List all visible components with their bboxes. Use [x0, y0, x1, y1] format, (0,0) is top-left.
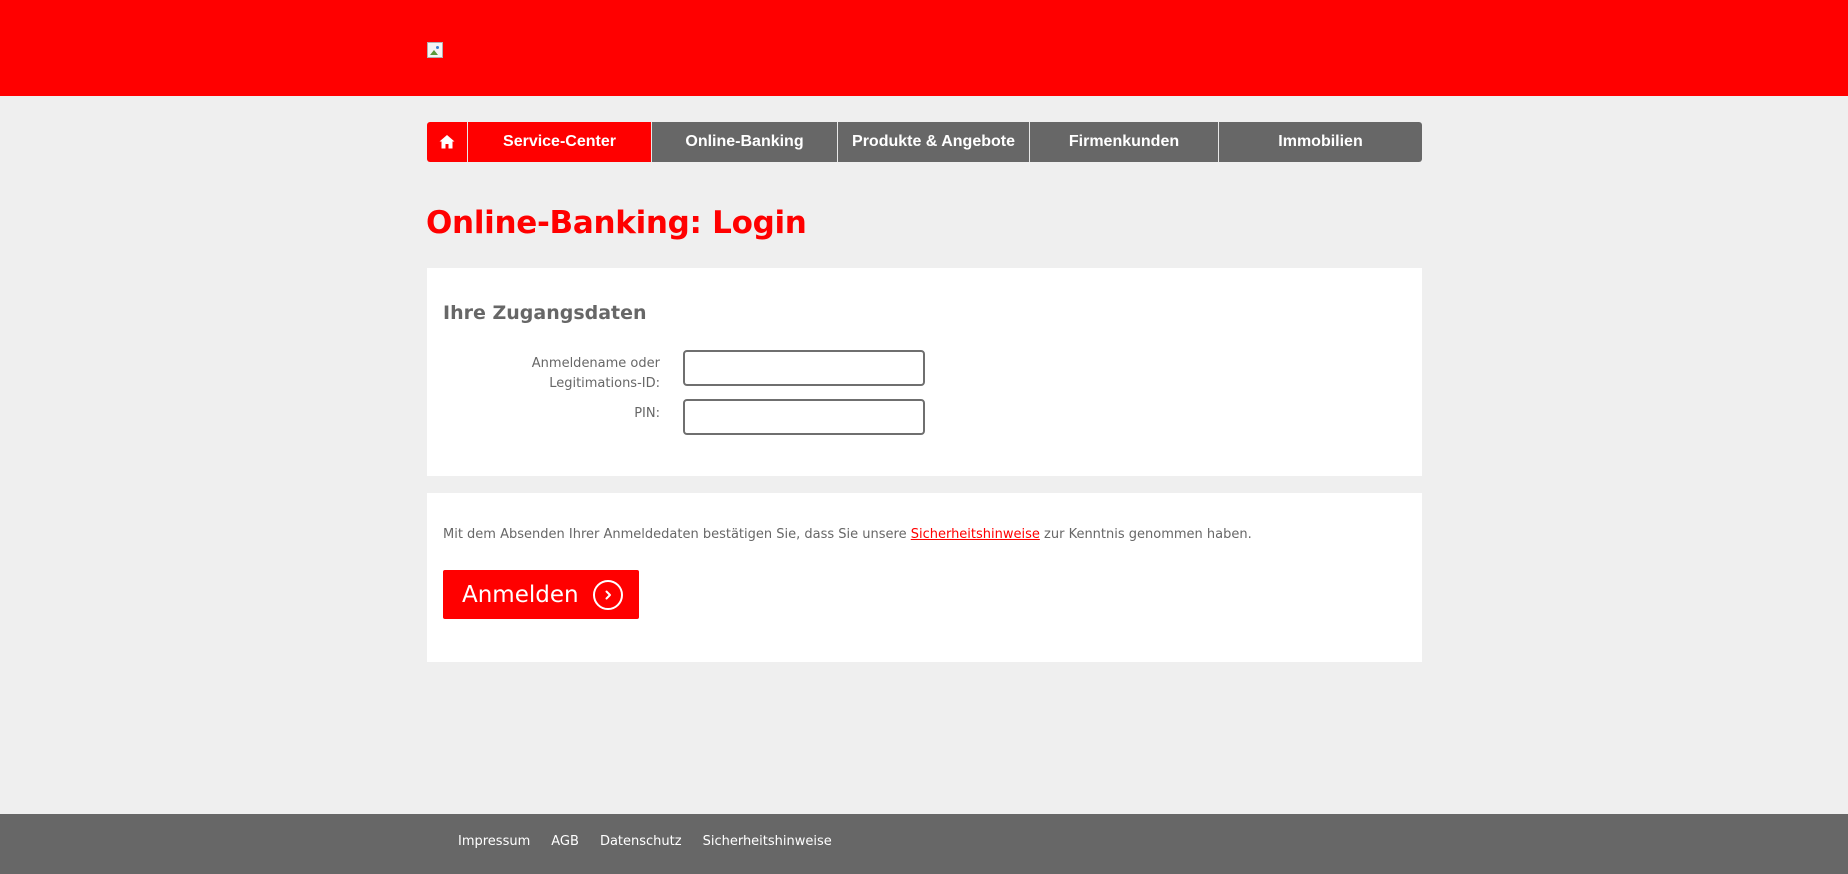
pin-label: PIN:: [634, 406, 660, 421]
submit-panel: Mit dem Absenden Ihrer Anmeldedaten best…: [427, 493, 1422, 662]
logo[interactable]: [427, 42, 443, 58]
broken-image-icon: [427, 42, 443, 58]
chevron-right-icon: [592, 579, 623, 610]
nav-item-firmenkunden[interactable]: Firmenkunden: [1029, 122, 1218, 162]
nav-item-service-center[interactable]: Service-Center: [467, 122, 651, 162]
nav-item-immobilien[interactable]: Immobilien: [1218, 122, 1422, 162]
main-navigation: Service-Center Online-Banking Produkte &…: [427, 122, 1422, 162]
nav-item-online-banking[interactable]: Online-Banking: [651, 122, 837, 162]
security-notice-link[interactable]: Sicherheitshinweise: [911, 527, 1040, 542]
nav-home[interactable]: [427, 122, 467, 162]
footer-link-sicherheitshinweise[interactable]: Sicherheitshinweise: [703, 834, 832, 849]
footer-links: Impressum AGB Datenschutz Sicherheitshin…: [458, 834, 853, 849]
username-input[interactable]: [683, 350, 925, 386]
nav-item-produkte-angebote[interactable]: Produkte & Angebote: [837, 122, 1029, 162]
section-title: Ihre Zugangsdaten: [443, 302, 647, 324]
page-title: Online-Banking: Login: [426, 205, 807, 241]
header-bar: [0, 0, 1848, 96]
login-button[interactable]: Anmelden: [443, 570, 639, 619]
home-icon: [439, 135, 455, 149]
notice-text-after: zur Kenntnis genommen haben.: [1039, 527, 1252, 542]
footer-link-agb[interactable]: AGB: [551, 834, 579, 849]
credentials-panel: Ihre Zugangsdaten Anmeldename oder Legit…: [427, 268, 1422, 476]
footer-link-datenschutz[interactable]: Datenschutz: [600, 834, 682, 849]
footer: Impressum AGB Datenschutz Sicherheitshin…: [0, 814, 1848, 874]
username-label: Anmeldename oder Legitimations-ID:: [531, 356, 660, 391]
footer-link-impressum[interactable]: Impressum: [458, 834, 530, 849]
security-notice: Mit dem Absenden Ihrer Anmeldedaten best…: [443, 527, 1252, 542]
notice-text-before: Mit dem Absenden Ihrer Anmeldedaten best…: [443, 527, 911, 542]
login-button-label: Anmelden: [462, 581, 579, 608]
pin-input[interactable]: [683, 399, 925, 435]
